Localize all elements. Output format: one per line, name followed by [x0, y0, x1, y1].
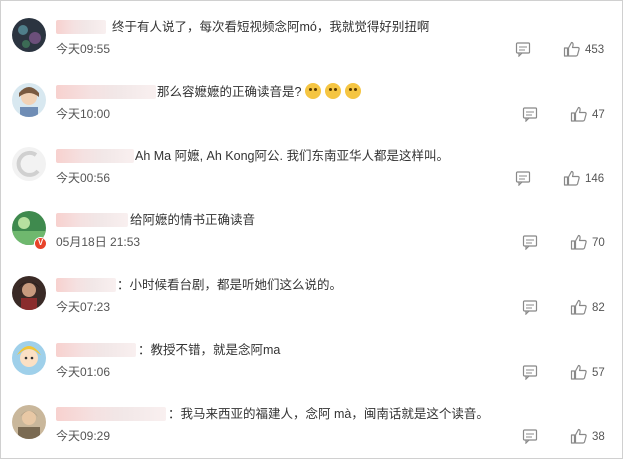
- comment-time: 今天10:00: [56, 107, 111, 121]
- thumbs-up-icon[interactable]: [570, 428, 588, 444]
- comment-time: 今天09:55: [56, 42, 111, 56]
- thumbs-up-icon[interactable]: [570, 364, 588, 380]
- avatar[interactable]: [12, 405, 46, 439]
- verified-badge-icon: V: [34, 237, 47, 250]
- like-count: 453: [585, 44, 605, 56]
- comment-time: 今天01:06: [56, 365, 111, 379]
- avatar[interactable]: [12, 18, 46, 52]
- username-blurred[interactable]: [56, 343, 136, 357]
- thumbs-up-icon[interactable]: [570, 234, 588, 250]
- like-count: 57: [592, 367, 605, 379]
- username-blurred[interactable]: [56, 407, 166, 421]
- comment-text: Ah Ma 阿嬷, Ah Kong阿公. 我们东南亚华人都是这样叫。: [135, 149, 449, 163]
- like-count: 47: [592, 109, 605, 121]
- like-count: 38: [592, 431, 605, 443]
- comment-text: ：小时候看台剧，都是听她们这么说的。: [117, 278, 343, 292]
- comment-item: 终于有人说了，每次看短视频念阿mó，我就觉得好别扭啊 今天09:55 453: [0, 18, 623, 82]
- comment-time: 今天09:29: [56, 429, 111, 443]
- username-blurred[interactable]: [56, 213, 128, 227]
- avatar[interactable]: [12, 147, 46, 181]
- like-count: 70: [592, 237, 605, 249]
- avatar[interactable]: [12, 276, 46, 310]
- comment-text: ：教授不错，就是念阿ma: [138, 343, 281, 357]
- comment-time: 今天07:23: [56, 300, 111, 314]
- comment-icon[interactable]: [522, 106, 538, 122]
- avatar[interactable]: [12, 341, 46, 375]
- comment-icon[interactable]: [522, 234, 538, 250]
- comment-time: 今天00:56: [56, 171, 111, 185]
- like-count: 82: [592, 302, 605, 314]
- thumbs-up-icon[interactable]: [563, 41, 581, 57]
- like-count: 146: [585, 173, 605, 185]
- doge-emoji-icon: [345, 83, 362, 99]
- doge-emoji-icon: [325, 83, 342, 99]
- thumbs-up-icon[interactable]: [570, 299, 588, 315]
- comment-item: V 给阿嬷的情书正确读音 05月18日 21:53 70: [0, 211, 623, 275]
- comment-text: 那么容嬷嬷的正确读音是?: [157, 83, 362, 101]
- username-blurred[interactable]: [56, 20, 106, 34]
- avatar[interactable]: [12, 83, 46, 117]
- username-blurred[interactable]: [56, 149, 134, 163]
- comment-item: Ah Ma 阿嬷, Ah Kong阿公. 我们东南亚华人都是这样叫。 今天00:…: [0, 147, 623, 211]
- comment-item: ：小时候看台剧，都是听她们这么说的。 今天07:23 82: [0, 276, 623, 340]
- comment-icon[interactable]: [522, 428, 538, 444]
- username-blurred[interactable]: [56, 85, 156, 99]
- comment-time: 05月18日 21:53: [56, 235, 141, 249]
- comment-icon[interactable]: [515, 170, 531, 186]
- comment-item: ：我马来西亚的福建人，念阿 mà，闽南话就是这个读音。 今天09:29 38: [0, 405, 623, 469]
- thumbs-up-icon[interactable]: [570, 106, 588, 122]
- comment-text: 终于有人说了，每次看短视频念阿mó，我就觉得好别扭啊: [112, 20, 430, 34]
- comment-icon[interactable]: [522, 364, 538, 380]
- comment-text: ：我马来西亚的福建人，念阿 mà，闽南话就是这个读音。: [168, 407, 489, 421]
- thumbs-up-icon[interactable]: [563, 170, 581, 186]
- username-blurred[interactable]: [56, 278, 116, 292]
- comment-item: 那么容嬷嬷的正确读音是? 今天10:00 47: [0, 83, 623, 147]
- comment-icon[interactable]: [515, 41, 531, 57]
- comment-icon[interactable]: [522, 299, 538, 315]
- comment-text: 给阿嬷的情书正确读音: [130, 213, 256, 227]
- comment-text-body: 那么容嬷嬷的正确读音是?: [157, 85, 302, 99]
- comment-item: ：教授不错，就是念阿ma 今天01:06 57: [0, 341, 623, 405]
- doge-emoji-icon: [305, 83, 322, 99]
